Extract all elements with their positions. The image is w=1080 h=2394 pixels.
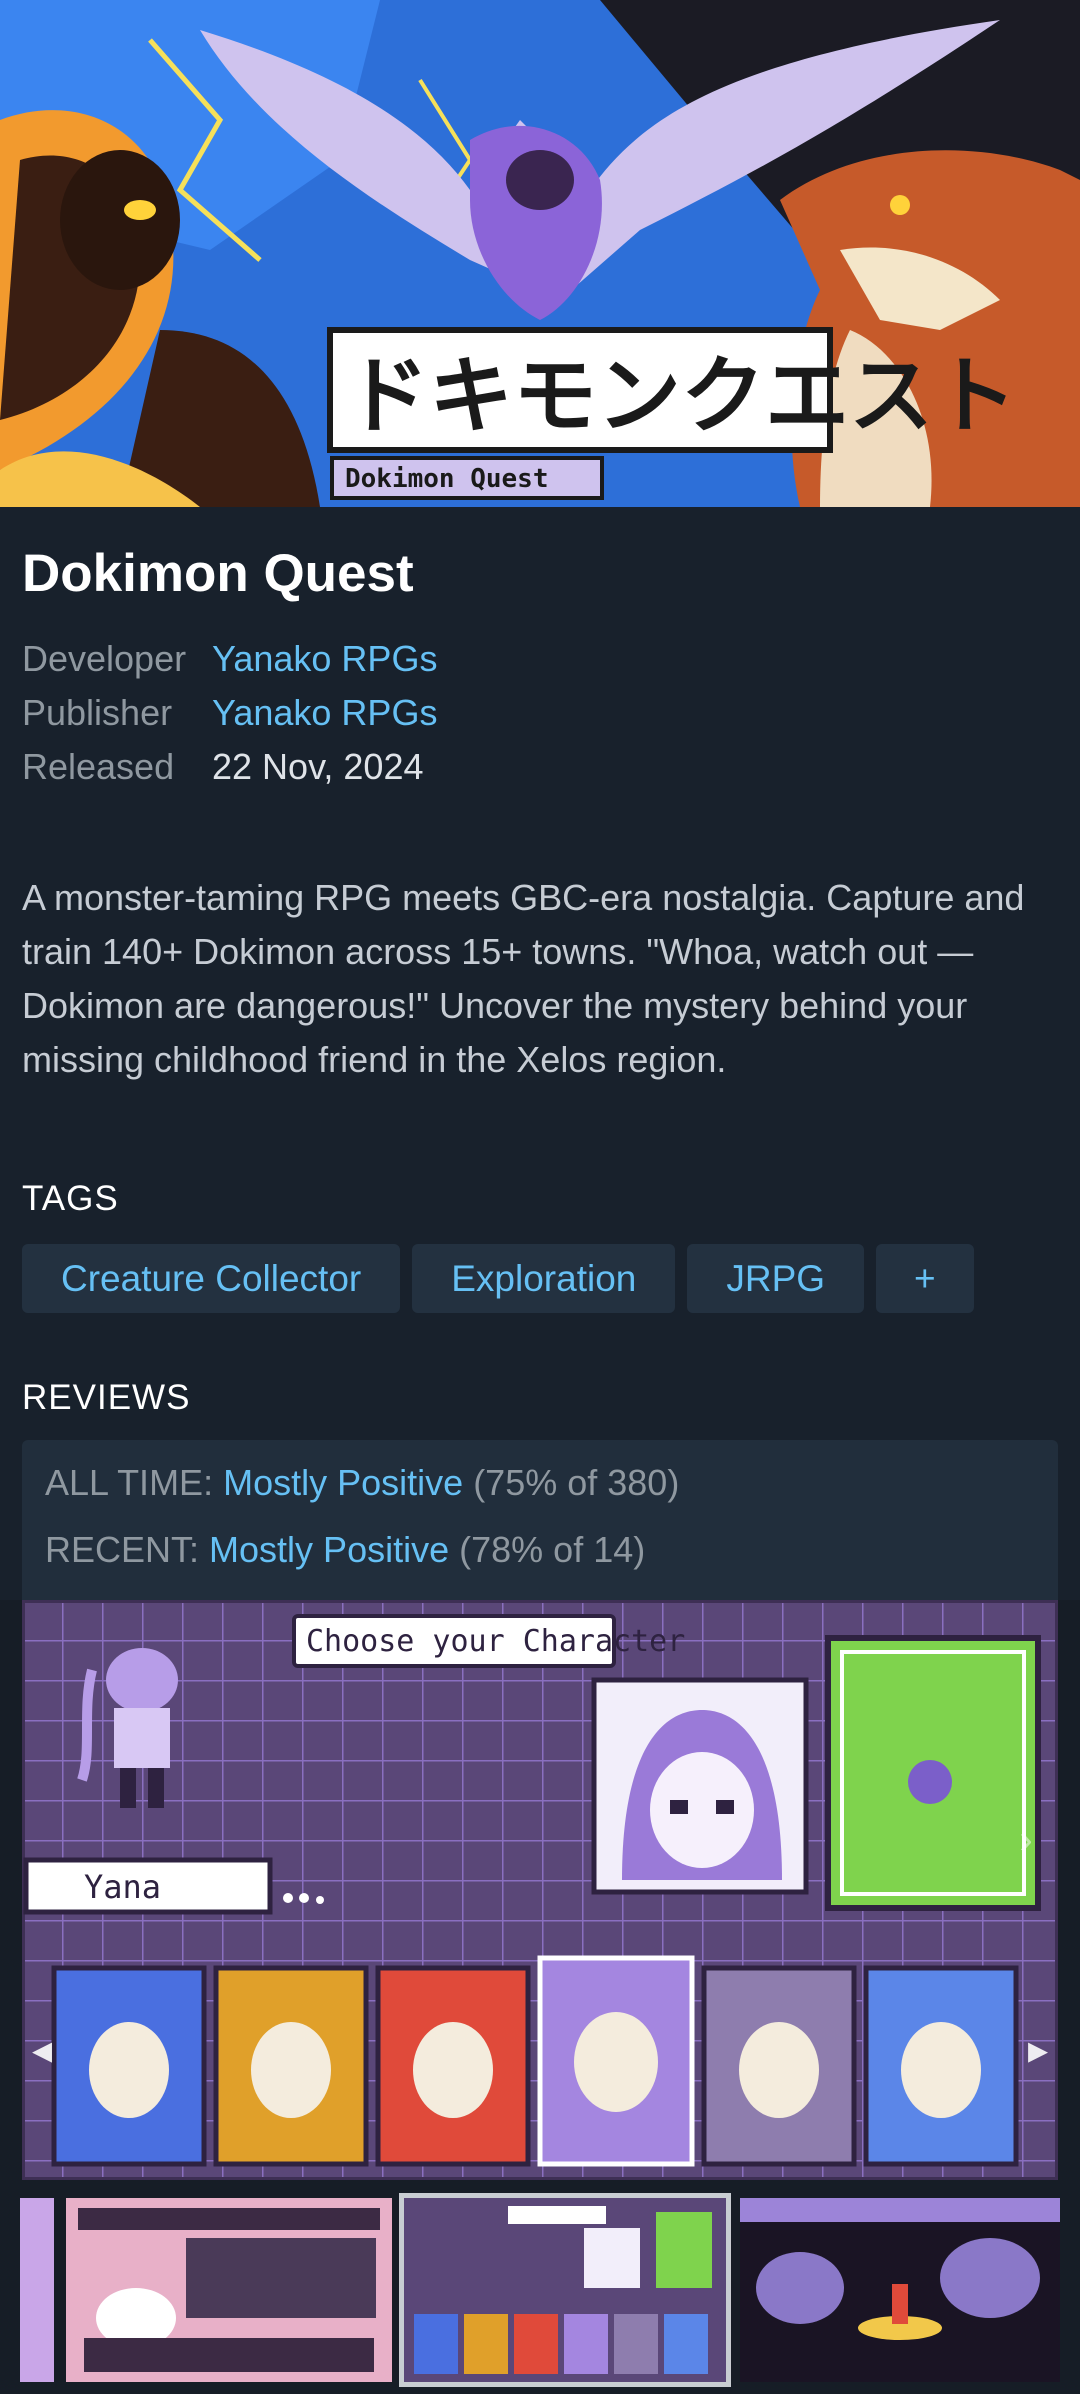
thumbnail-strip xyxy=(0,2190,1080,2394)
game-info: Dokimon Quest Developer Yanako RPGs Publi… xyxy=(0,507,1080,1600)
review-recent: RECENT: Mostly Positive (78% of 14) xyxy=(45,1529,645,1571)
publisher-link[interactable]: Yanako RPGs xyxy=(212,692,437,733)
developer-link[interactable]: Yanako RPGs xyxy=(212,638,437,679)
review-all-time: ALL TIME: Mostly Positive (75% of 380) xyxy=(45,1462,679,1504)
developer-row: Developer Yanako RPGs xyxy=(22,638,437,680)
screenshot-prev-icon[interactable]: ◂ xyxy=(22,2030,62,2070)
chevron-right-icon[interactable]: › xyxy=(1006,1820,1046,1860)
logo-en: Dokimon Quest xyxy=(345,464,549,494)
game-title: Dokimon Quest xyxy=(22,544,414,603)
thumbnail-3-selected[interactable] xyxy=(399,2193,731,2387)
recent-detail: (78% of 14) xyxy=(459,1529,646,1570)
all-time-label: ALL TIME: xyxy=(45,1462,214,1503)
tags-heading: TAGS xyxy=(22,1179,119,1218)
reviews-heading: REVIEWS xyxy=(22,1378,191,1417)
hero-banner: ドキモンクエスト Dokimon Quest xyxy=(0,0,1080,507)
publisher-label: Publisher xyxy=(22,692,173,733)
developer-label: Developer xyxy=(22,638,187,679)
tag-creature-collector[interactable]: Creature Collector xyxy=(22,1244,401,1313)
logo-jp: ドキモンクエスト xyxy=(345,347,1017,445)
thumbnail-4[interactable] xyxy=(740,2198,1060,2382)
game-description: A monster-taming RPG meets GBC-era nosta… xyxy=(22,877,1025,1080)
release-row: Released 22 Nov, 2024 xyxy=(22,746,423,788)
screenshot-next-icon[interactable]: ▸ xyxy=(1018,2030,1058,2070)
publisher-row: Publisher Yanako RPGs xyxy=(22,692,437,734)
tag-exploration[interactable]: Exploration xyxy=(412,1244,676,1313)
recent-summary[interactable]: Mostly Positive xyxy=(209,1529,449,1570)
main-screenshot[interactable]: Choose your Character Yana ◂ ▸ › xyxy=(22,1600,1058,2180)
tag-list: Creature Collector Exploration JRPG + xyxy=(22,1244,974,1313)
thumbnail-2[interactable] xyxy=(66,2198,392,2382)
recent-label: RECENT: xyxy=(45,1529,200,1570)
release-date: 22 Nov, 2024 xyxy=(212,746,424,787)
name-field: Yana xyxy=(84,1868,161,1906)
reviews-panel: ALL TIME: Mostly Positive (75% of 380) R… xyxy=(22,1440,1058,1600)
screenshot-banner: Choose your Character xyxy=(306,1624,685,1659)
all-time-summary[interactable]: Mostly Positive xyxy=(223,1462,463,1503)
tag-jrpg[interactable]: JRPG xyxy=(687,1244,865,1313)
thumbnail-1[interactable] xyxy=(20,2198,54,2382)
all-time-detail: (75% of 380) xyxy=(473,1462,680,1503)
tag-more-button[interactable]: + xyxy=(876,1244,974,1313)
released-label: Released xyxy=(22,746,175,787)
